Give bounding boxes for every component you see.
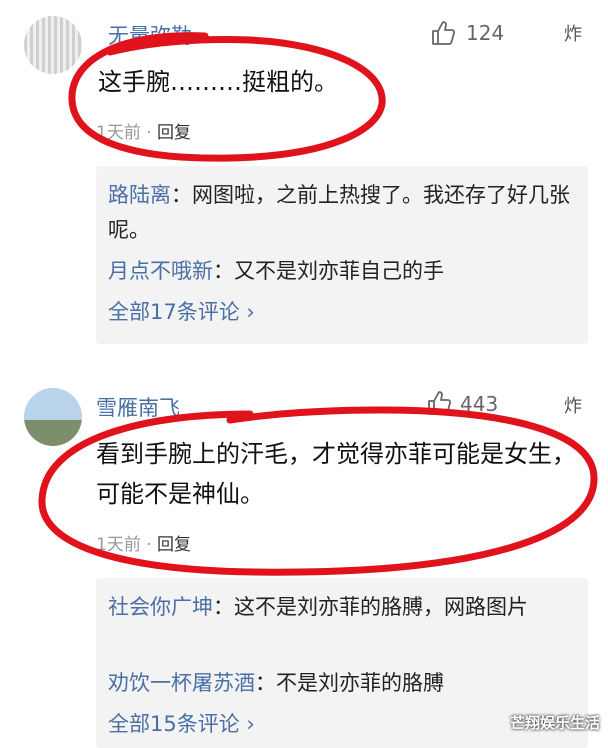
reply-username[interactable]: 路陆离 — [108, 183, 171, 207]
comment-time: 1天前 — [96, 123, 141, 143]
reply-item[interactable]: 劝饮一杯屠苏酒：不是刘亦菲的胳膊 — [108, 666, 572, 701]
reply-button[interactable]: 回复 — [157, 123, 191, 143]
reply-text: 这不是刘亦菲的胳膊，网路图片 — [234, 595, 528, 619]
view-all-replies-link[interactable]: 全部17条评论 › — [108, 296, 255, 326]
comment-username[interactable]: 雪雁南飞 — [96, 392, 180, 422]
reply-username[interactable]: 月点不哦新 — [108, 259, 213, 283]
reply-item[interactable]: 路陆离：网图啦，之前上热搜了。我还存了好几张呢。 — [108, 178, 572, 248]
comment-username[interactable]: 无量弥勒 — [108, 20, 192, 50]
reply-username[interactable]: 社会你广坤 — [108, 595, 213, 619]
like-count: 124 — [466, 21, 505, 45]
report-button[interactable]: 炸 — [564, 392, 582, 418]
thumbs-up-icon[interactable] — [426, 390, 452, 416]
reply-item[interactable]: 月点不哦新：又不是刘亦菲自己的手 — [108, 254, 572, 289]
comment-text: 看到手腕上的汗毛，才觉得亦菲可能是女生，可能不是神仙。 — [96, 440, 576, 508]
thumbs-up-icon[interactable] — [430, 20, 456, 46]
view-all-replies-link[interactable]: 全部15条评论 › — [108, 708, 255, 738]
reply-item[interactable]: 社会你广坤：这不是刘亦菲的胳膊，网路图片 — [108, 590, 572, 625]
avatar[interactable] — [24, 16, 82, 74]
comment-time: 1天前 — [96, 535, 141, 555]
reply-username[interactable]: 劝饮一杯屠苏酒 — [108, 671, 255, 695]
reply-text: 又不是刘亦菲自己的手 — [234, 259, 444, 283]
comment-meta: 1天前 · 回复 — [96, 123, 192, 143]
avatar[interactable] — [24, 388, 82, 446]
report-button[interactable]: 炸 — [564, 20, 582, 46]
like-count: 443 — [460, 392, 499, 416]
reply-box: 路陆离：网图啦，之前上热搜了。我还存了好几张呢。 月点不哦新：又不是刘亦菲自己的… — [96, 166, 588, 344]
watermark: 芒翔娱乐生活 — [510, 714, 601, 732]
comment-text: 这手腕………挺粗的。 — [98, 68, 338, 96]
reply-text: 不是刘亦菲的胳膊 — [276, 671, 444, 695]
reply-button[interactable]: 回复 — [157, 535, 191, 555]
comment-meta: 1天前 · 回复 — [96, 535, 192, 555]
